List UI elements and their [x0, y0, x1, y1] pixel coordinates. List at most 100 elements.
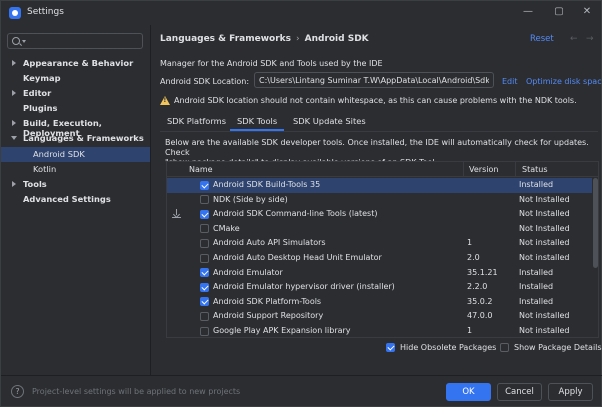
row-checkbox[interactable]	[200, 224, 209, 234]
row-checkbox[interactable]	[200, 282, 209, 292]
sidebar-item-android-sdk[interactable]: Android SDK	[1, 147, 150, 162]
reset-link[interactable]: Reset	[530, 34, 554, 44]
cell-version: 2.2.0	[467, 282, 488, 292]
sidebar-item-label: Kotlin	[33, 163, 57, 174]
apply-button[interactable]: Apply	[548, 383, 593, 401]
sidebar-item-languages-frameworks[interactable]: Languages & Frameworks	[1, 131, 150, 146]
sidebar-item-label: Languages & Frameworks	[23, 132, 144, 143]
show-package-details-checkbox[interactable]	[500, 343, 509, 352]
android-sdk-panel: Languages & Frameworks › Android SDK Reset…	[151, 25, 602, 375]
search-options-caret-icon[interactable]	[22, 40, 26, 43]
chevron-right-icon[interactable]	[12, 181, 16, 187]
settings-window: Settings — ▢ ✕ Appearance & Behavior Keym…	[0, 0, 602, 407]
settings-search[interactable]	[7, 33, 143, 49]
cell-status: Installed	[519, 282, 554, 292]
table-row[interactable]: Android Auto Desktop Head Unit Emulator 2…	[167, 251, 592, 266]
table-row[interactable]: Google Play APK Expansion library 1 Not in…	[167, 324, 592, 337]
table-scrollbar[interactable]	[593, 178, 598, 268]
cell-status: Installed	[519, 180, 554, 189]
footer-divider	[1, 375, 602, 376]
cancel-button[interactable]: Cancel	[497, 383, 542, 401]
row-checkbox[interactable]	[200, 297, 209, 307]
table-row[interactable]: Android Emulator 35.1.21 Installed	[167, 266, 592, 281]
cell-version: 2.0	[467, 253, 480, 262]
table-row[interactable]: Android SDK Build-Tools 35 Installed	[167, 178, 592, 193]
sidebar-item-label: Android SDK	[33, 148, 85, 159]
sidebar-item-tools[interactable]: Tools	[1, 177, 150, 192]
cell-status: Not installed	[519, 253, 570, 262]
row-checkbox[interactable]	[200, 180, 209, 190]
sidebar-item-advanced-settings[interactable]: Advanced Settings	[1, 192, 150, 207]
row-checkbox[interactable]	[200, 326, 209, 336]
row-checkbox[interactable]	[200, 268, 209, 278]
table-row[interactable]: CMake Not Installed	[167, 222, 592, 237]
cell-status: Not installed	[519, 238, 570, 248]
cell-name: Android SDK Command-line Tools (latest)	[213, 209, 378, 219]
sdk-location-input[interactable]	[254, 72, 494, 88]
cell-name: Android Auto API Simulators	[213, 238, 326, 248]
chevron-down-icon[interactable]	[11, 136, 17, 140]
chevron-right-icon[interactable]	[12, 60, 16, 66]
table-row[interactable]: NDK (Side by side) Not Installed	[167, 193, 592, 208]
close-button[interactable]: ✕	[578, 4, 596, 20]
column-header-name[interactable]: Name	[189, 165, 213, 174]
ok-button[interactable]: OK	[446, 383, 491, 401]
cell-status: Not Installed	[519, 209, 570, 219]
sidebar-item-editor[interactable]: Editor	[1, 86, 150, 101]
cell-name: Android Emulator hypervisor driver (inst…	[213, 282, 395, 292]
cell-status: Installed	[519, 296, 554, 306]
breadcrumb-parent[interactable]: Languages & Frameworks	[160, 34, 291, 44]
sidebar-item-kotlin[interactable]: Kotlin	[1, 162, 150, 177]
table-row[interactable]: Android Emulator hypervisor driver (inst…	[167, 280, 592, 295]
settings-sidebar: Appearance & Behavior Keymap Editor Plugins…	[1, 25, 150, 375]
table-row[interactable]: Android SDK Platform-Tools 35.0.2 Installe…	[167, 295, 592, 310]
sidebar-item-plugins[interactable]: Plugins	[1, 101, 150, 116]
optimize-disk-space-link[interactable]: Optimize disk space	[526, 77, 602, 86]
tab-sdk-tools[interactable]: SDK Tools	[230, 111, 285, 131]
hide-obsolete-checkbox[interactable]	[386, 343, 395, 352]
table-row[interactable]: Android Support Repository 47.0.0 Not inst…	[167, 309, 592, 324]
cell-version: 35.1.21	[467, 267, 498, 277]
chevron-right-icon[interactable]	[12, 120, 16, 126]
cell-version: 1	[467, 238, 473, 248]
row-checkbox[interactable]	[200, 238, 209, 248]
column-header-version[interactable]: Version	[469, 165, 498, 174]
cell-name: Android SDK Platform-Tools	[213, 296, 322, 306]
sidebar-item-label: Tools	[23, 178, 47, 189]
search-input[interactable]	[30, 35, 140, 47]
minimize-button[interactable]: —	[519, 4, 537, 20]
column-header-status[interactable]: Status	[522, 165, 548, 174]
tab-sdk-update-sites[interactable]: SDK Update Sites	[286, 111, 373, 131]
table-row[interactable]: Android Auto API Simulators 1 Not installe…	[167, 236, 592, 251]
row-checkbox[interactable]	[200, 209, 209, 219]
forward-arrow-icon[interactable]: →	[586, 34, 594, 44]
cell-version: 47.0.0	[467, 311, 493, 321]
cell-name: NDK (Side by side)	[213, 194, 288, 204]
cell-status: Not Installed	[519, 223, 570, 233]
tab-sdk-platforms[interactable]: SDK Platforms	[160, 111, 233, 131]
row-checkbox[interactable]	[200, 253, 209, 263]
sidebar-item-label: Keymap	[23, 72, 61, 83]
row-checkbox[interactable]	[200, 311, 209, 321]
sdk-tools-description-line-1: Below are the available SDK developer to…	[165, 138, 589, 157]
sdk-location-label: Android SDK Location:	[160, 77, 250, 86]
table-row[interactable]: Android SDK Command-line Tools (latest) N…	[167, 207, 592, 222]
cell-name: Android Auto Desktop Head Unit Emulator	[213, 253, 382, 262]
chevron-right-icon[interactable]	[12, 90, 16, 96]
sidebar-item-appearance-behavior[interactable]: Appearance & Behavior	[1, 56, 150, 71]
window-title: Settings	[27, 7, 64, 17]
back-arrow-icon[interactable]: ←	[570, 34, 578, 44]
cell-status: Not Installed	[519, 194, 570, 204]
sidebar-item-keymap[interactable]: Keymap	[1, 71, 150, 86]
edit-location-link[interactable]: Edit	[502, 77, 518, 86]
footer-note: Project-level settings will be applied t…	[32, 387, 241, 396]
sidebar-item-build-execution-deployment[interactable]: Build, Execution, Deployment	[1, 116, 150, 138]
help-icon[interactable]: ?	[11, 385, 24, 398]
sidebar-item-label: Editor	[23, 87, 52, 98]
cell-status: Not installed	[519, 326, 570, 335]
cell-name: Android SDK Build-Tools 35	[213, 180, 321, 189]
maximize-button[interactable]: ▢	[550, 4, 568, 20]
row-checkbox[interactable]	[200, 195, 209, 205]
sidebar-item-label: Appearance & Behavior	[23, 57, 134, 68]
cell-name: Android Support Repository	[213, 311, 324, 321]
